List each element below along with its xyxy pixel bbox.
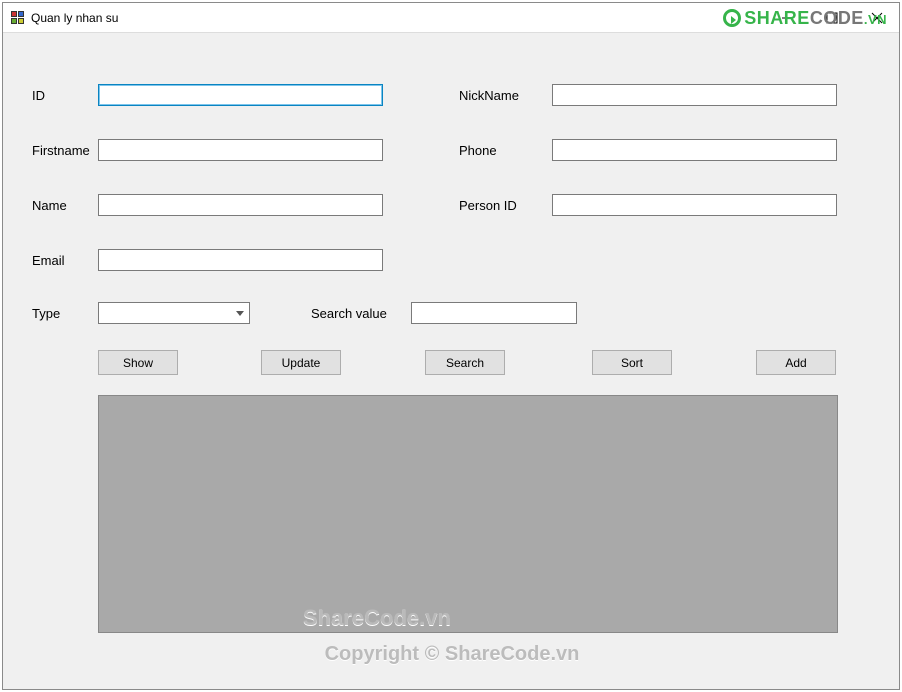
maximize-button[interactable] xyxy=(809,3,854,33)
nickname-input[interactable] xyxy=(552,84,837,106)
type-label: Type xyxy=(32,306,60,321)
name-input[interactable] xyxy=(98,194,383,216)
phone-label: Phone xyxy=(459,143,497,158)
client-area: SHARECODE.VN ID Firstname Name Email Nic… xyxy=(3,33,899,689)
search-button[interactable]: Search xyxy=(425,350,505,375)
id-input[interactable] xyxy=(98,84,383,106)
personid-input[interactable] xyxy=(552,194,837,216)
phone-input[interactable] xyxy=(552,139,837,161)
email-label: Email xyxy=(32,253,65,268)
firstname-input[interactable] xyxy=(98,139,383,161)
type-combobox[interactable] xyxy=(98,302,250,324)
show-button[interactable]: Show xyxy=(98,350,178,375)
personid-label: Person ID xyxy=(459,198,517,213)
data-grid[interactable] xyxy=(98,395,838,633)
minimize-button[interactable] xyxy=(764,3,809,33)
update-button[interactable]: Update xyxy=(261,350,341,375)
app-window: Quan ly nhan su SHARECODE.VN ID Firstnam… xyxy=(2,2,900,690)
firstname-label: Firstname xyxy=(32,143,90,158)
sort-button[interactable]: Sort xyxy=(592,350,672,375)
window-title: Quan ly nhan su xyxy=(31,11,118,25)
id-label: ID xyxy=(32,88,45,103)
titlebar: Quan ly nhan su xyxy=(3,3,899,33)
nickname-label: NickName xyxy=(459,88,519,103)
footer-watermark: Copyright © ShareCode.vn xyxy=(3,643,901,666)
searchvalue-input[interactable] xyxy=(411,302,577,324)
searchvalue-label: Search value xyxy=(311,306,387,321)
chevron-down-icon xyxy=(231,303,249,323)
close-button[interactable] xyxy=(854,3,899,33)
name-label: Name xyxy=(32,198,67,213)
email-input[interactable] xyxy=(98,249,383,271)
app-icon xyxy=(11,11,25,25)
add-button[interactable]: Add xyxy=(756,350,836,375)
